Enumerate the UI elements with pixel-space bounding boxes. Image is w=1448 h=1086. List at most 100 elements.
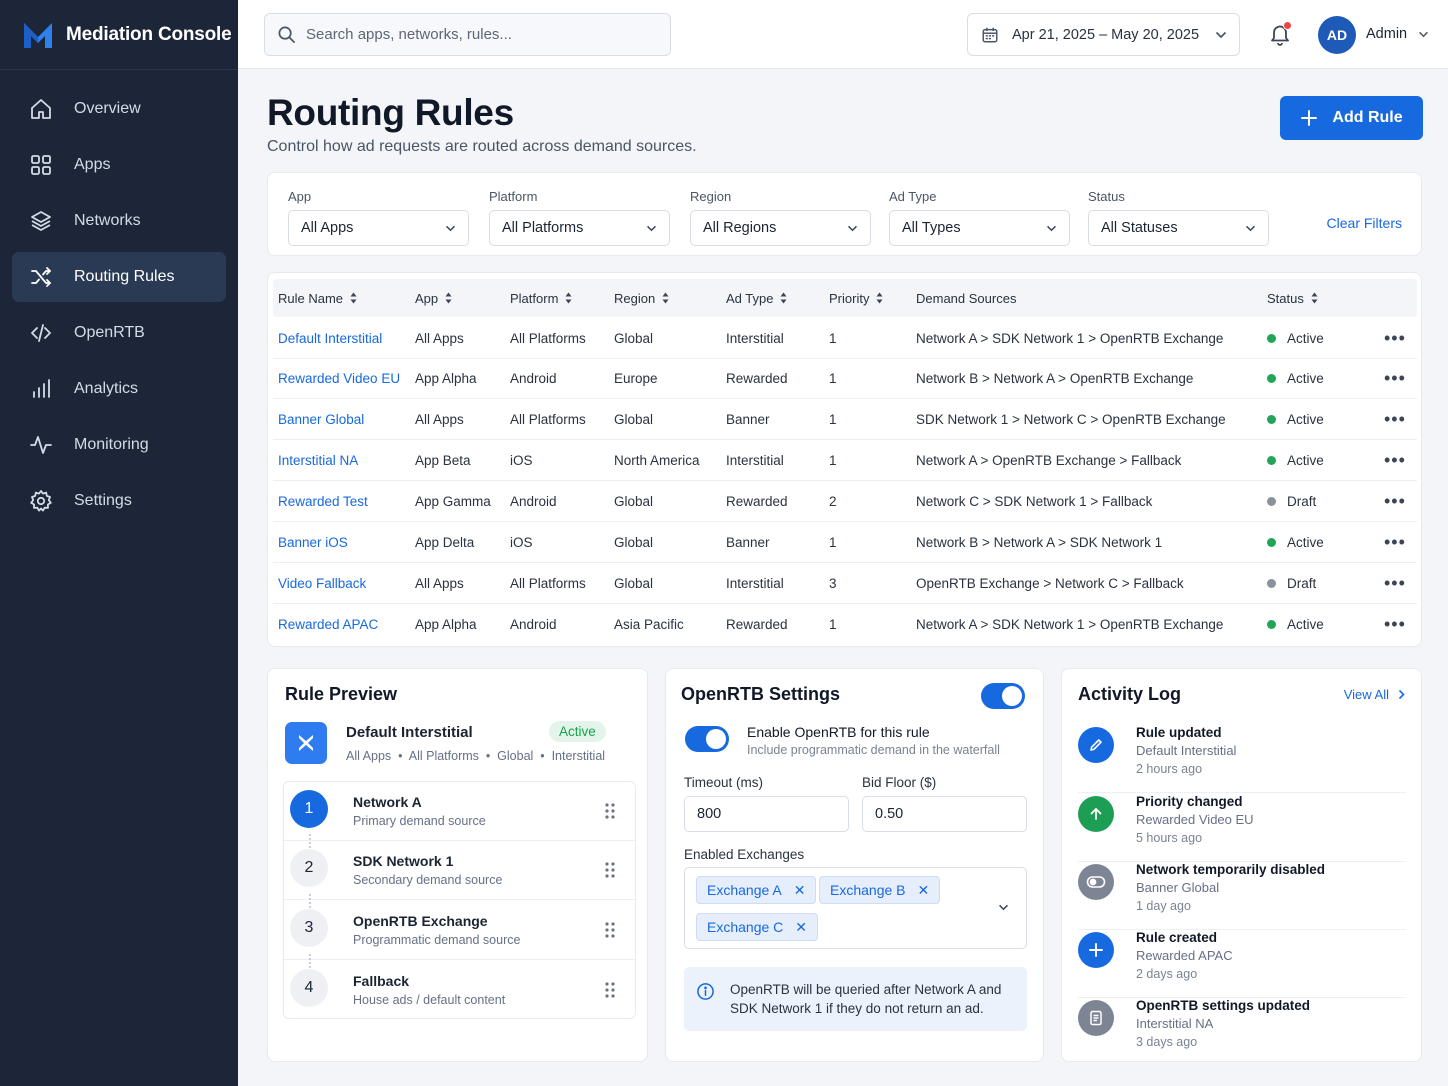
sidebar-item-apps[interactable]: Apps (12, 140, 226, 190)
filter-label: App (288, 189, 312, 204)
sidebar-item-networks[interactable]: Networks (12, 196, 226, 246)
sort-icon[interactable] (876, 292, 883, 304)
activity-item[interactable]: OpenRTB settings updated Interstitial NA 3… (1078, 997, 1406, 1066)
row-actions-menu[interactable]: ••• (1384, 358, 1406, 399)
clear-filters-link[interactable]: Clear Filters (1327, 215, 1402, 231)
page-title: Routing Rules (267, 92, 514, 133)
region-select[interactable]: All Regions (690, 210, 871, 246)
column-header[interactable]: Priority (829, 279, 883, 317)
row-actions-menu[interactable]: ••• (1384, 399, 1406, 440)
ad-type-select[interactable]: All Types (889, 210, 1070, 246)
openrtb-master-toggle[interactable] (981, 683, 1025, 709)
cell-region: Global (614, 412, 654, 427)
app-select[interactable]: All Apps (288, 210, 469, 246)
cell-priority: 1 (829, 535, 837, 550)
close-icon[interactable]: ✕ (794, 882, 806, 899)
row-actions-menu[interactable]: ••• (1384, 604, 1406, 645)
drag-handle-icon[interactable] (604, 802, 616, 820)
table-row[interactable]: Interstitial NA App Beta iOS North America I… (273, 440, 1417, 481)
activity-item[interactable]: Rule created Rewarded APAC 2 days ago (1078, 929, 1406, 998)
rule-name-link[interactable]: Rewarded Test (278, 481, 368, 522)
sidebar-item-overview[interactable]: Overview (12, 84, 226, 134)
enable-openrtb-toggle[interactable] (685, 726, 729, 752)
table-row[interactable]: Banner iOS App Delta iOS Global Banner 1 Netwo… (273, 522, 1417, 563)
rule-name-link[interactable]: Rewarded APAC (278, 604, 378, 645)
close-icon[interactable]: ✕ (795, 919, 807, 936)
column-header[interactable]: Region (614, 279, 669, 317)
sort-icon[interactable] (350, 292, 357, 304)
column-header: Demand Sources (916, 279, 1016, 317)
platform-select[interactable]: All Platforms (489, 210, 670, 246)
row-actions-menu[interactable]: ••• (1384, 440, 1406, 481)
activity-time: 1 day ago (1136, 899, 1191, 913)
close-icon[interactable]: ✕ (918, 882, 930, 899)
waterfall-step[interactable]: 4 Fallback House ads / default content (284, 954, 635, 1020)
rules-table: Rule Name App Platform Region Ad Type Priorit… (267, 272, 1422, 647)
status-label: Draft (1287, 576, 1317, 591)
user-menu[interactable]: Admin (1366, 26, 1429, 42)
table-row[interactable]: Rewarded Test App Gamma Android Global Rewar… (273, 481, 1417, 522)
sidebar-item-analytics[interactable]: Analytics (12, 364, 226, 414)
column-header[interactable]: Rule Name (278, 279, 357, 317)
sort-icon[interactable] (780, 292, 787, 304)
activity-time: 2 days ago (1136, 967, 1198, 981)
bid-floor-field[interactable]: 0.50 (862, 796, 1027, 832)
activity-item[interactable]: Rule updated Default Interstitial 2 hours … (1078, 724, 1406, 793)
drag-handle-icon[interactable] (604, 861, 616, 879)
notifications-button[interactable] (1268, 21, 1292, 46)
timeout-field[interactable]: 800 (684, 796, 849, 832)
row-actions-menu[interactable]: ••• (1384, 481, 1406, 522)
exchanges-multiselect[interactable]: Exchange A ✕ Exchange B ✕ Exchange C ✕ (684, 867, 1027, 949)
row-actions-menu[interactable]: ••• (1384, 318, 1406, 359)
sidebar-item-monitoring[interactable]: Monitoring (12, 420, 226, 470)
table-row[interactable]: Default Interstitial All Apps All Platform… (273, 318, 1417, 359)
waterfall-step[interactable]: 3 OpenRTB Exchange Programmatic demand sou… (284, 894, 635, 960)
chevron-down-icon[interactable] (998, 904, 1009, 911)
waterfall-step[interactable]: 2 SDK Network 1 Secondary demand source (284, 834, 635, 900)
sidebar-item-openrtb[interactable]: OpenRTB (12, 308, 226, 358)
bid-floor-label: Bid Floor ($) (862, 775, 937, 790)
table-row[interactable]: Rewarded Video EU App Alpha Android Europe R… (273, 358, 1417, 399)
row-actions-menu[interactable]: ••• (1384, 522, 1406, 563)
column-header[interactable]: App (415, 279, 452, 317)
drag-handle-icon[interactable] (604, 981, 616, 999)
sort-icon[interactable] (1311, 292, 1318, 304)
table-row[interactable]: Banner Global All Apps All Platforms Global… (273, 399, 1417, 440)
activity-item[interactable]: Network temporarily disabled Banner Globa… (1078, 861, 1406, 930)
column-header-label: Status (1267, 290, 1304, 306)
filter-ad-type: Ad Type All Types (889, 189, 1070, 246)
sidebar-item-routing-rules[interactable]: Routing Rules (12, 252, 226, 302)
search-input[interactable] (306, 26, 646, 43)
column-header-label: Demand Sources (916, 290, 1017, 306)
view-all-link[interactable]: View All (1344, 687, 1405, 702)
date-range-picker[interactable]: Apr 21, 2025 – May 20, 2025 (967, 13, 1240, 56)
column-header[interactable]: Ad Type (726, 279, 787, 317)
sort-icon[interactable] (565, 292, 572, 304)
table-row[interactable]: Video Fallback All Apps All Platforms Globa… (273, 563, 1417, 604)
sort-icon[interactable] (662, 292, 669, 304)
rule-name-link[interactable]: Video Fallback (278, 563, 366, 604)
column-header-label: Platform (510, 290, 559, 306)
avatar[interactable]: AD (1318, 16, 1356, 54)
column-header[interactable]: Status (1267, 279, 1318, 317)
status-select[interactable]: All Statuses (1088, 210, 1269, 246)
drag-handle-icon[interactable] (604, 921, 616, 939)
sidebar-item-settings[interactable]: Settings (12, 476, 226, 526)
cell-region: Global (614, 331, 654, 346)
search-box[interactable] (264, 13, 671, 56)
column-header[interactable]: Platform (510, 279, 572, 317)
rule-name-link[interactable]: Default Interstitial (278, 318, 382, 359)
rule-name-link[interactable]: Banner Global (278, 399, 364, 440)
status-label: Active (1287, 412, 1324, 427)
rule-name-link[interactable]: Interstitial NA (278, 440, 358, 481)
row-actions-menu[interactable]: ••• (1384, 563, 1406, 604)
column-header-label: Rule Name (278, 290, 344, 306)
table-row[interactable]: Rewarded APAC App Alpha Android Asia Pacifi… (273, 604, 1417, 645)
rule-name-link[interactable]: Banner iOS (278, 522, 348, 563)
rule-name-link[interactable]: Rewarded Video EU (278, 358, 400, 399)
sort-icon[interactable] (445, 292, 452, 304)
add-rule-button[interactable]: Add Rule (1280, 96, 1423, 140)
plus-icon (1300, 109, 1318, 127)
waterfall-step[interactable]: 1 Network A Primary demand source (284, 782, 635, 841)
activity-item[interactable]: Priority changed Rewarded Video EU 5 hours… (1078, 793, 1406, 862)
